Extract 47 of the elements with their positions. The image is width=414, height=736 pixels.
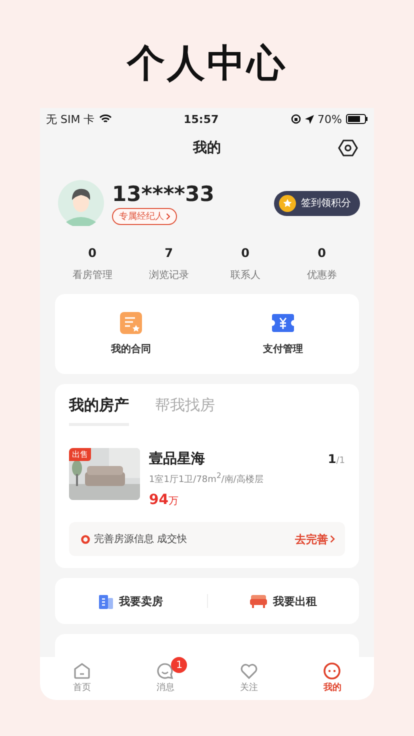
wifi-icon (98, 114, 112, 124)
checkin-button[interactable]: 签到领积分 (274, 190, 360, 216)
property-tab[interactable]: 我的房产 (69, 396, 129, 426)
chevron-icon (166, 212, 170, 220)
action-button[interactable]: 我要卖房 (55, 592, 206, 610)
stat-item[interactable]: 0 联系人 (207, 246, 284, 282)
carrier-label: 无 SIM 卡 (46, 112, 95, 126)
clock-time: 15:57 (184, 112, 219, 126)
coin-icon (279, 194, 296, 212)
listing-name: 壹品星海 (149, 450, 205, 468)
page-title: 个人中心 (127, 40, 287, 87)
rotation-lock-icon (290, 114, 301, 124)
stat-item[interactable]: 0 优惠券 (284, 246, 360, 282)
armchair-icon (250, 594, 267, 608)
service-item[interactable]: 我的合同 (55, 311, 207, 357)
sale-tag: 出售 (69, 448, 91, 461)
home-icon (72, 662, 91, 680)
tab-bar-item[interactable]: 消息 1 (124, 657, 207, 700)
dot-icon (81, 534, 90, 544)
avatar[interactable] (58, 180, 104, 226)
ticket-icon (271, 312, 295, 334)
building-icon (98, 594, 113, 608)
listing-details: 1室1厅1卫/78m$^{2}$/南/高楼层 (149, 471, 264, 486)
battery-percent: 70% (318, 112, 342, 126)
location-arrow-icon (304, 114, 314, 124)
stat-item[interactable]: 7 浏览记录 (130, 246, 207, 282)
battery-icon (346, 114, 368, 124)
tip-text: 完善房源信息 成交快 (94, 532, 188, 546)
heart-icon (240, 662, 258, 680)
stat-item[interactable]: 0 看房管理 (54, 246, 130, 282)
settings-icon[interactable] (338, 138, 358, 158)
tab-bar-item[interactable]: 我的 (290, 657, 374, 700)
agent-button[interactable]: 专属经纪人 (112, 208, 178, 224)
user-phone: 13****33 (112, 182, 216, 206)
complete-link[interactable]: 去完善 (295, 532, 335, 546)
listing-price: 94万 (149, 491, 180, 508)
service-item[interactable]: 支付管理 (207, 311, 359, 357)
tab-bar-item[interactable]: 首页 (40, 657, 124, 700)
document-icon (120, 312, 142, 334)
tab-bar-item[interactable]: 关注 (207, 657, 290, 700)
page-counter: 1/1 (328, 451, 345, 467)
face-icon (323, 662, 342, 680)
screen-title: 我的 (193, 139, 221, 157)
unread-badge: 1 (171, 657, 188, 673)
chat-bubble-icon (156, 662, 174, 680)
chevron-icon (330, 535, 335, 543)
action-button[interactable]: 我要出租 (208, 592, 359, 610)
